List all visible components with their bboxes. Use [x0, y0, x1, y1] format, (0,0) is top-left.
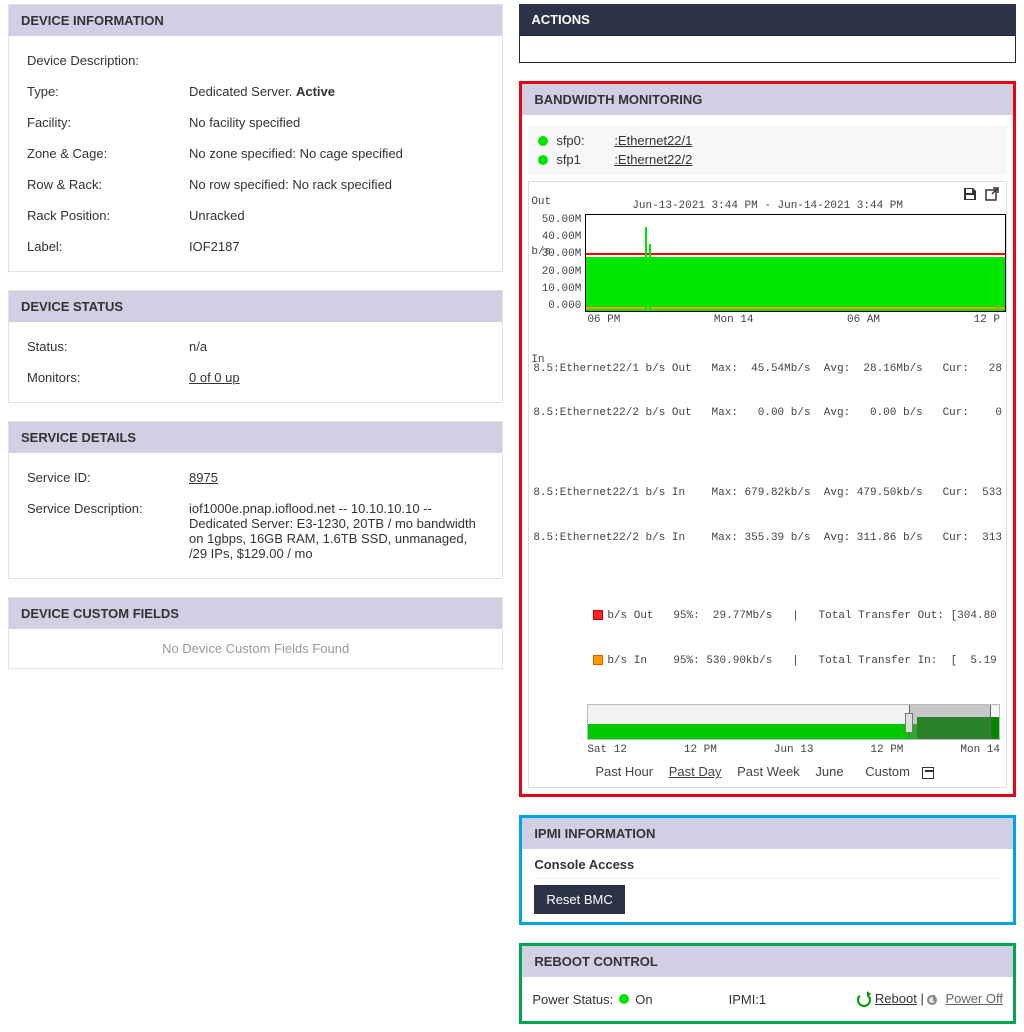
reset-bmc-button[interactable]: Reset BMC — [534, 885, 624, 914]
service-id-link[interactable]: 8975 — [189, 470, 218, 485]
custom-fields-empty: No Device Custom Fields Found — [9, 629, 502, 668]
status-value: n/a — [185, 332, 488, 361]
interface-row: sfp1 :Ethernet22/2 — [538, 150, 997, 169]
axis-in-label: In — [531, 354, 544, 366]
xtick: 06 PM — [587, 314, 620, 326]
axis-out-label: Out — [531, 196, 551, 208]
rack-position-value: Unracked — [185, 201, 488, 230]
chart-plot-area[interactable] — [585, 214, 1006, 312]
zone-cage-label: Zone & Cage: — [23, 139, 183, 168]
xtick: 12 P — [974, 314, 1000, 326]
xtick: 06 AM — [847, 314, 880, 326]
panel-header: DEVICE CUSTOM FIELDS — [9, 598, 502, 629]
panel-header: IPMI INFORMATION — [522, 818, 1013, 849]
service-id-label: Service ID: — [23, 463, 183, 492]
chart-stats: 8.5:Ethernet22/1 b/s Out Max: 45.54Mb/s … — [529, 330, 1006, 702]
device-custom-fields-panel: DEVICE CUSTOM FIELDS No Device Custom Fi… — [8, 597, 503, 669]
power-icon — [927, 995, 937, 1005]
interface-name: sfp0: — [556, 133, 606, 148]
device-information-panel: DEVICE INFORMATION Device Description: T… — [8, 4, 503, 272]
ipmi-information-panel: IPMI INFORMATION Console Access Reset BM… — [519, 815, 1016, 925]
save-icon[interactable] — [962, 186, 978, 202]
reboot-link[interactable]: Reboot — [875, 991, 917, 1006]
service-description-label: Service Description: — [23, 494, 183, 568]
type-value: Dedicated Server. — [189, 84, 292, 99]
type-status: Active — [296, 84, 335, 99]
bandwidth-monitoring-panel: BANDWIDTH MONITORING sfp0: :Ethernet22/1… — [519, 81, 1016, 797]
panel-header: DEVICE STATUS — [9, 291, 502, 322]
chart-range-links: Past Hour Past Day Past Week June Custom — [529, 758, 1006, 787]
device-status-panel: DEVICE STATUS Status:n/a Monitors: 0 of 0… — [8, 290, 503, 403]
actions-body — [519, 35, 1016, 63]
rack-position-label: Rack Position: — [23, 201, 183, 230]
facility-label: Facility: — [23, 108, 183, 137]
chart-range-selector[interactable] — [587, 704, 1000, 740]
mini-xtick: 12 PM — [870, 744, 903, 756]
console-access-label: Console Access — [534, 857, 634, 872]
mini-xtick: Sat 12 — [587, 744, 627, 756]
label-value: IOF2187 — [185, 232, 488, 261]
xtick: Mon 14 — [714, 314, 754, 326]
range-past-day[interactable]: Past Day — [669, 764, 722, 779]
zone-cage-value: No zone specified: No cage specified — [185, 139, 488, 168]
axis-bs-label: b/s — [531, 246, 551, 258]
refresh-icon — [857, 993, 871, 1007]
interface-row: sfp0: :Ethernet22/1 — [538, 131, 997, 150]
ytick: 40.00M — [529, 231, 581, 243]
panel-header: ACTIONS — [519, 4, 1016, 35]
power-off-link[interactable]: Power Off — [945, 991, 1003, 1006]
interface-port-link[interactable]: :Ethernet22/2 — [614, 152, 692, 167]
status-dot-icon — [538, 136, 548, 146]
ytick: 50.00M — [529, 214, 581, 226]
panel-header: SERVICE DETAILS — [9, 422, 502, 453]
interface-name: sfp1 — [556, 152, 606, 167]
label-label: Label: — [23, 232, 183, 261]
chart-title: Jun-13-2021 3:44 PM - Jun-14-2021 3:44 P… — [529, 196, 1006, 214]
service-details-panel: SERVICE DETAILS Service ID: 8975 Service … — [8, 421, 503, 579]
power-status-value: On — [635, 992, 652, 1007]
popout-icon[interactable] — [984, 186, 1000, 202]
ytick: 10.00M — [529, 283, 581, 295]
range-past-week[interactable]: Past Week — [737, 764, 800, 779]
monitors-link[interactable]: 0 of 0 up — [189, 370, 240, 385]
power-status-label: Power Status: — [532, 992, 613, 1007]
mini-xtick: 12 PM — [684, 744, 717, 756]
ytick: 20.00M — [529, 266, 581, 278]
mini-xtick: Jun 13 — [774, 744, 814, 756]
status-label: Status: — [23, 332, 183, 361]
separator: | — [920, 991, 927, 1006]
calendar-icon — [922, 767, 934, 779]
range-custom[interactable]: Custom — [859, 764, 940, 779]
service-description-value: iof1000e.pnap.ioflood.net -- 10.10.10.10… — [185, 494, 488, 568]
reboot-control-panel: REBOOT CONTROL Power Status: On IPMI:1 R… — [519, 943, 1016, 1024]
panel-header: DEVICE INFORMATION — [9, 5, 502, 36]
row-rack-label: Row & Rack: — [23, 170, 183, 199]
interface-list: sfp0: :Ethernet22/1 sfp1 :Ethernet22/2 — [528, 125, 1007, 175]
type-label: Type: — [23, 77, 183, 106]
status-dot-icon — [538, 155, 548, 165]
mini-xtick: Mon 14 — [960, 744, 1000, 756]
monitors-label: Monitors: — [23, 363, 183, 392]
power-status-dot-icon — [619, 994, 629, 1004]
row-rack-value: No row specified: No rack specified — [185, 170, 488, 199]
actions-panel: ACTIONS — [519, 4, 1016, 63]
panel-header: BANDWIDTH MONITORING — [522, 84, 1013, 115]
facility-value: No facility specified — [185, 108, 488, 137]
range-past-hour[interactable]: Past Hour — [595, 764, 653, 779]
ytick: 0.000 — [529, 300, 581, 312]
interface-port-link[interactable]: :Ethernet22/1 — [614, 133, 692, 148]
ipmi-info: IPMI:1 — [729, 992, 767, 1007]
panel-header: REBOOT CONTROL — [522, 946, 1013, 977]
bandwidth-chart: Out Jun-13-2021 3:44 PM - Jun-14-2021 3:… — [528, 181, 1007, 788]
device-description-label: Device Description: — [23, 46, 183, 75]
range-month[interactable]: June — [815, 764, 843, 779]
